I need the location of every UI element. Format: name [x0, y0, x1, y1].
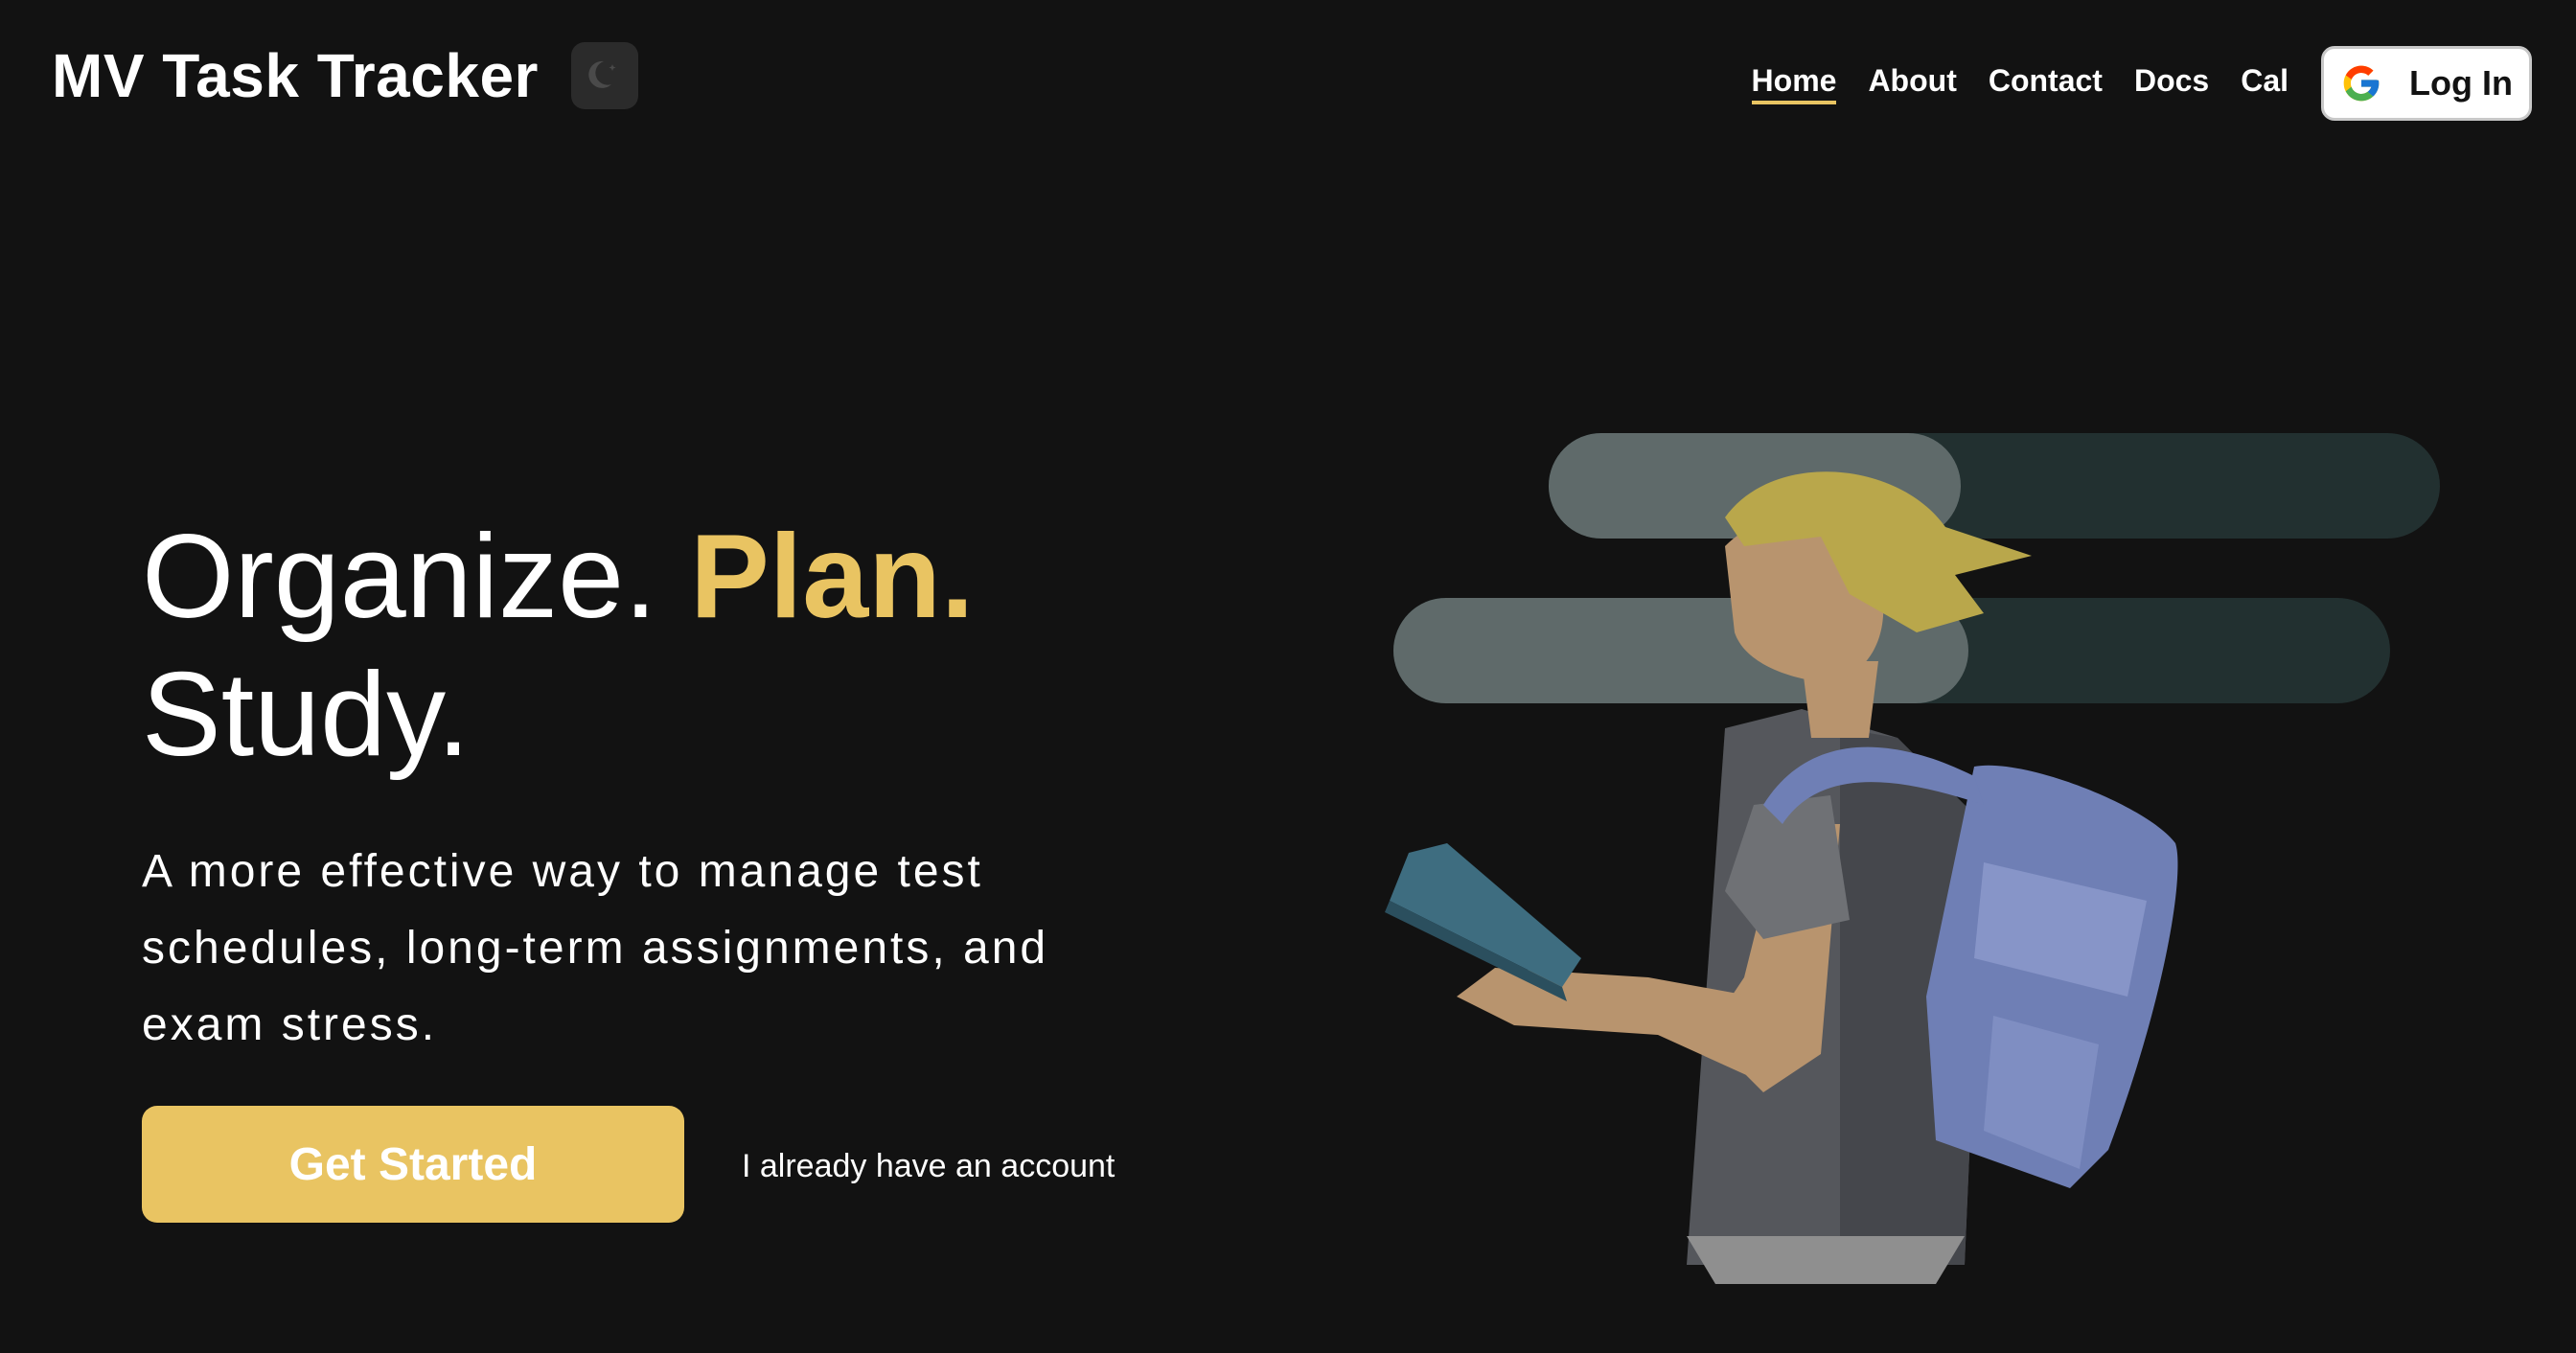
existing-account-link[interactable]: I already have an account [742, 1148, 1115, 1185]
nav-home[interactable]: Home [1751, 63, 1837, 104]
headline-study: Study. [142, 649, 471, 781]
login-label: Log In [2409, 63, 2513, 103]
nav-contact[interactable]: Contact [1989, 63, 2103, 104]
headline-plan: Plan. [690, 511, 975, 643]
nav-docs[interactable]: Docs [2134, 63, 2209, 104]
student-illustration [1385, 433, 2440, 1284]
headline-organize: Organize. [142, 511, 657, 643]
moon-icon [588, 60, 616, 88]
hero-headline: Organize. Plan. Study. [142, 508, 974, 784]
brand-title: MV Task Tracker [52, 41, 539, 110]
theme-toggle-button[interactable] [570, 42, 638, 109]
brand: MV Task Tracker [52, 40, 638, 111]
hero-subtext: A more effective way to manage test sche… [142, 846, 1049, 1050]
get-started-button[interactable]: Get Started [142, 1106, 684, 1223]
main-nav: Home About Contact Docs Cal [1751, 63, 2288, 104]
nav-about[interactable]: About [1868, 63, 1956, 104]
login-button[interactable]: Log In [2321, 46, 2532, 121]
nav-cal[interactable]: Cal [2241, 63, 2288, 104]
google-icon [2343, 65, 2380, 102]
